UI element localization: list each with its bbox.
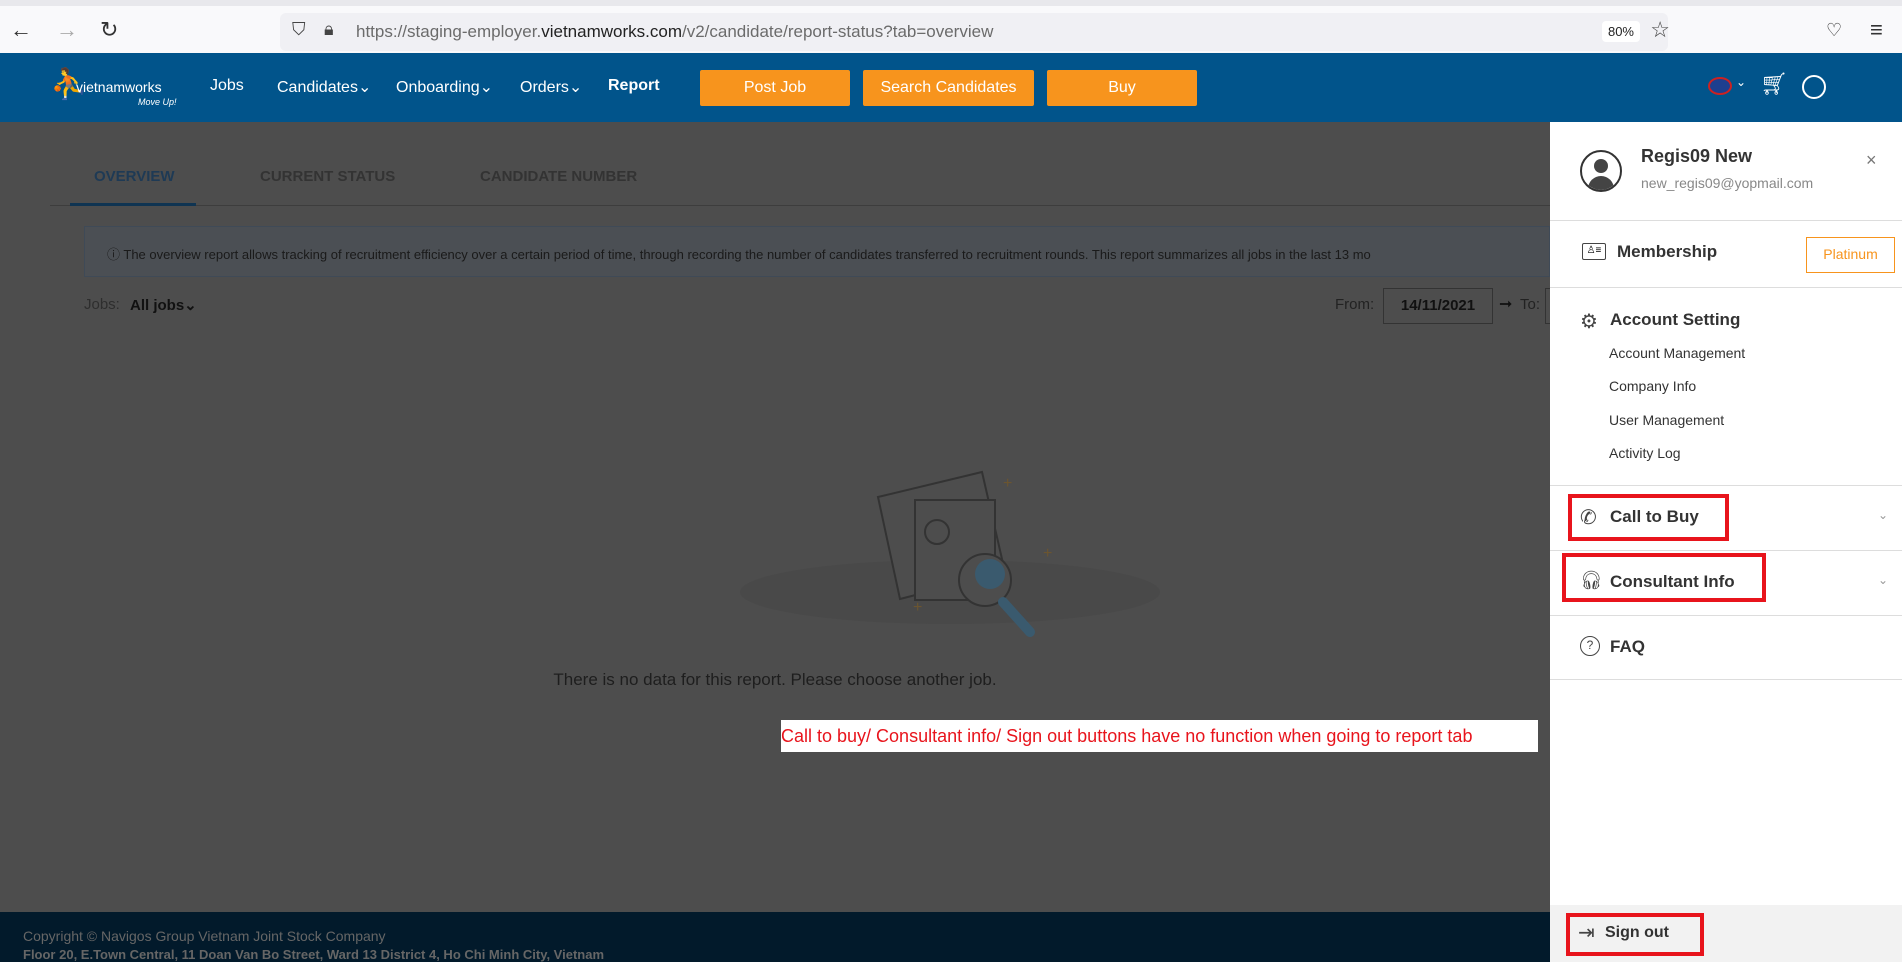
empty-state-message: There is no data for this report. Please… [553, 670, 997, 689]
reload-icon[interactable]: ↻ [100, 16, 118, 44]
info-banner: ⓘ The overview report allows tracking of… [84, 226, 1550, 277]
user-icon[interactable] [1802, 75, 1826, 99]
tab-overview[interactable]: OVERVIEW [94, 168, 175, 185]
user-management-link[interactable]: User Management [1609, 412, 1724, 428]
post-job-button[interactable]: Post Job [700, 70, 850, 106]
cart-icon[interactable]: 🛒︎ [1760, 71, 1788, 97]
membership-label: Membership [1617, 242, 1718, 261]
nav-jobs[interactable]: Jobs [210, 77, 244, 95]
chevron-down-icon[interactable]: ⌄ [1736, 75, 1746, 89]
report-page-dimmed[interactable]: OVERVIEW CURRENT STATUS CANDIDATE NUMBER… [0, 122, 1555, 912]
chevron-down-icon: ⌄ [1877, 573, 1888, 587]
shield-icon: ⛉ [292, 19, 306, 39]
highlight-box [1562, 553, 1766, 602]
footer: Copyright © Navigos Group Vietnam Joint … [0, 912, 1550, 962]
close-icon[interactable]: × [1866, 150, 1877, 171]
browser-toolbar: ← → ↻ ⛉ 🔒︎ https://staging-employer.viet… [0, 0, 1902, 53]
membership-badge[interactable]: Platinum [1806, 237, 1895, 273]
empty-report-illustration: + + + [740, 470, 1160, 637]
membership-card-icon: ♙≡ [1582, 243, 1606, 260]
jobs-label: Jobs: [84, 296, 120, 313]
highlight-box [1566, 913, 1704, 956]
nav-orders[interactable]: Orders⌄ [520, 77, 582, 97]
forward-icon[interactable]: → [56, 16, 78, 44]
chevron-down-icon: ⌄ [1877, 508, 1888, 522]
account-panel: Regis09 New new_regis09@yopmail.com × ♙≡… [1550, 122, 1902, 962]
activity-log-link[interactable]: Activity Log [1609, 445, 1681, 461]
active-tab-indicator [70, 203, 196, 206]
avatar [1580, 150, 1622, 192]
info-icon: ⓘ [107, 247, 124, 262]
bug-annotation: Call to buy/ Consultant info/ Sign out b… [781, 720, 1538, 752]
jobs-dropdown[interactable]: All jobs⌄ [130, 296, 197, 314]
gear-icon: ⚙ [1580, 311, 1598, 333]
top-navigation: ⛹ vietnamworks Move Up! Jobs Candidates⌄… [0, 53, 1902, 122]
pocket-icon[interactable]: ♡ [1826, 16, 1842, 44]
nav-candidates[interactable]: Candidates⌄ [277, 77, 371, 97]
url-text: https://staging-employer.vietnamworks.co… [356, 22, 994, 41]
question-icon: ? [1580, 636, 1600, 656]
nav-onboarding[interactable]: Onboarding⌄ [396, 77, 493, 97]
address-bar[interactable]: ⛉ 🔒︎ https://staging-employer.vietnamwor… [280, 13, 1670, 51]
svg-text:+: + [1003, 475, 1012, 492]
language-flag-icon[interactable] [1708, 77, 1732, 95]
account-management-link[interactable]: Account Management [1609, 345, 1745, 361]
tab-candidate-number[interactable]: CANDIDATE NUMBER [480, 168, 637, 185]
highlight-box [1568, 494, 1729, 541]
search-candidates-button[interactable]: Search Candidates [863, 70, 1034, 106]
from-date-input[interactable]: 14/11/2021 [1383, 288, 1493, 324]
arrow-right-icon: ➞ [1499, 296, 1513, 313]
to-label: To: [1520, 296, 1541, 313]
svg-text:+: + [913, 599, 922, 616]
user-name: Regis09 New [1641, 146, 1753, 166]
lock-icon: 🔒︎ [324, 19, 334, 39]
buy-button[interactable]: Buy [1047, 70, 1197, 106]
from-label: From: [1335, 296, 1375, 313]
tab-current-status[interactable]: CURRENT STATUS [260, 168, 395, 185]
zoom-level[interactable]: 80% [1601, 21, 1640, 42]
company-info-link[interactable]: Company Info [1609, 378, 1696, 394]
back-icon[interactable]: ← [10, 16, 32, 44]
svg-text:+: + [1043, 545, 1052, 562]
menu-icon[interactable]: ≡ [1870, 16, 1883, 44]
account-setting-heading: Account Setting [1610, 310, 1741, 329]
faq-item[interactable]: ? FAQ [1550, 616, 1902, 679]
nav-report[interactable]: Report [608, 77, 660, 95]
bookmark-star-icon[interactable]: ☆ [1650, 17, 1670, 43]
tab-divider [50, 205, 1550, 206]
user-email: new_regis09@yopmail.com [1641, 175, 1814, 191]
logo[interactable]: ⛹ vietnamworks Move Up! [50, 65, 185, 111]
